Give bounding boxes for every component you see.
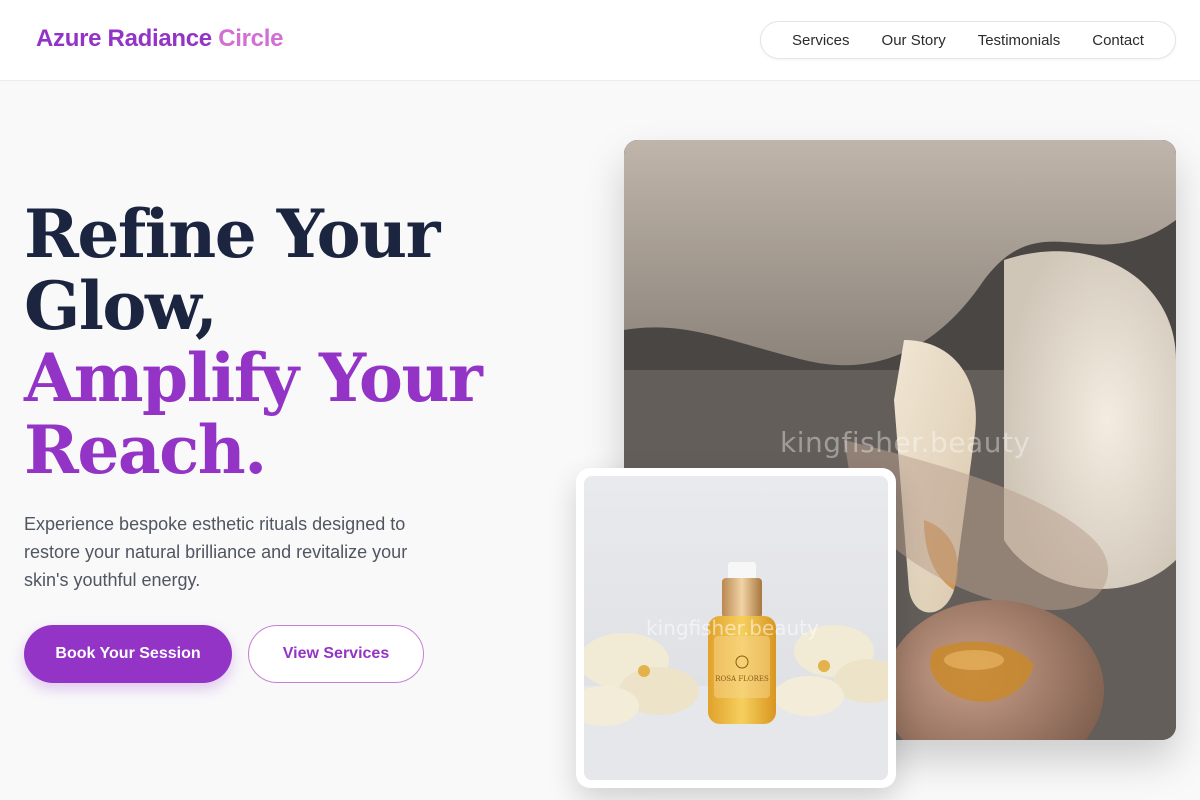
nav-link-services[interactable]: Services: [792, 32, 850, 49]
hero-description: Experience bespoke esthetic rituals desi…: [24, 514, 408, 590]
book-session-button[interactable]: Book Your Session: [24, 625, 232, 683]
view-services-button[interactable]: View Services: [248, 625, 424, 683]
headline-line-4: Reach.: [24, 411, 267, 489]
main-image-watermark: kingfisher.beauty: [780, 426, 1031, 459]
nav-link-contact[interactable]: Contact: [1092, 32, 1144, 49]
site-header: Azure Radiance Circle Services Our Story…: [0, 0, 1200, 81]
product-image-watermark: kingfisher.beauty: [646, 616, 819, 640]
main-nav: Services Our Story Testimonials Contact: [760, 21, 1176, 59]
headline-line-3: Amplify Your: [24, 339, 483, 417]
product-image: ROSA FLORES kingfisher.beauty: [584, 476, 888, 780]
headline-line-1: Refine Your: [24, 195, 440, 273]
hero-headline: Refine Your Glow, Amplify Your Reach.: [24, 198, 544, 486]
product-image-card: ROSA FLORES kingfisher.beauty: [576, 468, 896, 788]
bottle-label-text: ROSA FLORES: [715, 675, 769, 683]
brand-logo[interactable]: Azure Radiance Circle: [36, 25, 283, 53]
nav-link-testimonials[interactable]: Testimonials: [978, 32, 1061, 49]
brand-name-secondary: Circle: [218, 25, 284, 52]
nav-link-our-story[interactable]: Our Story: [882, 32, 946, 49]
brand-name-primary: Azure Radiance: [36, 25, 212, 52]
headline-line-2: Glow,: [24, 267, 218, 345]
